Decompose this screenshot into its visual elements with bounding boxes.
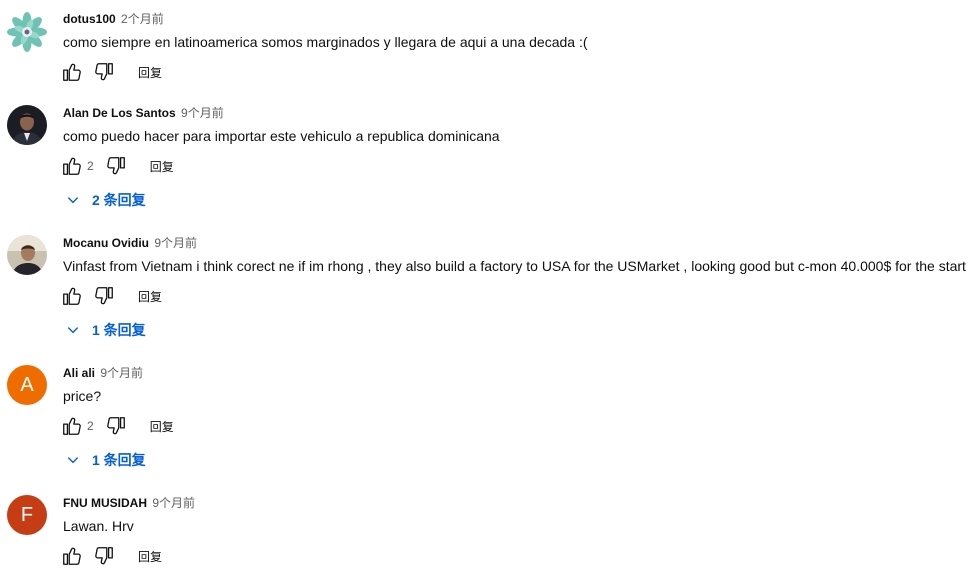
reply-button[interactable]: 回复 xyxy=(138,64,162,81)
dislike-button[interactable] xyxy=(92,284,116,308)
author-name[interactable]: dotus100 xyxy=(63,12,116,26)
timestamp[interactable]: 9个月前 xyxy=(181,106,224,120)
avatar[interactable]: F xyxy=(7,495,47,535)
like-count: 2 xyxy=(87,159,94,173)
timestamp[interactable]: 9个月前 xyxy=(152,496,195,510)
avatar-letter: F xyxy=(20,503,34,526)
thumbs-up-icon xyxy=(63,287,81,305)
author-line: FNU MUSIDAH 9个月前 xyxy=(63,495,195,511)
user-photo-icon xyxy=(7,105,47,145)
like-button[interactable] xyxy=(60,544,84,568)
thumbs-down-icon xyxy=(106,417,125,435)
thumbs-down-icon xyxy=(106,157,125,175)
avatar[interactable] xyxy=(7,12,47,52)
view-replies-button[interactable]: 1 条回复 xyxy=(66,448,146,472)
thumbs-up-icon xyxy=(63,63,81,81)
dislike-button[interactable] xyxy=(92,544,116,568)
author-name[interactable]: Mocanu Ovidiu xyxy=(63,236,149,250)
comment-text: Lawan. Hrv xyxy=(63,518,134,534)
action-bar: 2 回复 xyxy=(60,154,174,178)
reply-button[interactable]: 回复 xyxy=(138,548,162,565)
author-name[interactable]: FNU MUSIDAH xyxy=(63,496,147,510)
chevron-down-icon xyxy=(67,457,79,464)
like-button[interactable] xyxy=(60,60,84,84)
chevron-down-icon xyxy=(67,197,79,204)
like-button[interactable] xyxy=(60,284,84,308)
flower-avatar-icon xyxy=(7,12,47,52)
thumbs-up-icon xyxy=(63,547,81,565)
view-replies-button[interactable]: 2 条回复 xyxy=(66,188,146,212)
author-name[interactable]: Alan De Los Santos xyxy=(63,106,176,120)
timestamp[interactable]: 9个月前 xyxy=(100,366,143,380)
reply-button[interactable]: 回复 xyxy=(150,418,174,435)
like-count: 2 xyxy=(87,419,94,433)
avatar[interactable]: A xyxy=(7,365,47,405)
dislike-button[interactable] xyxy=(104,154,128,178)
avatar[interactable] xyxy=(7,105,47,145)
thumbs-down-icon xyxy=(95,63,113,81)
comment-text: price? xyxy=(63,388,102,404)
replies-count: 2 条回复 xyxy=(92,192,146,208)
author-line: dotus100 2个月前 xyxy=(63,11,164,27)
reply-button[interactable]: 回复 xyxy=(150,158,174,175)
timestamp[interactable]: 2个月前 xyxy=(121,12,164,26)
thumbs-down-icon xyxy=(95,287,113,305)
dislike-button[interactable] xyxy=(104,414,128,438)
dislike-button[interactable] xyxy=(92,60,116,84)
thumbs-down-icon xyxy=(95,547,113,565)
view-replies-button[interactable]: 1 条回复 xyxy=(66,318,146,342)
author-line: Mocanu Ovidiu 9个月前 xyxy=(63,235,197,251)
action-bar: 回复 xyxy=(60,544,162,568)
replies-count: 1 条回复 xyxy=(92,452,146,468)
comment-text: Vinfast from Vietnam i think corect ne i… xyxy=(63,258,966,274)
comment-text: como siempre en latinoamerica somos marg… xyxy=(63,34,588,50)
thumbs-up-icon xyxy=(63,417,81,435)
author-line: Alan De Los Santos 9个月前 xyxy=(63,105,224,121)
action-bar: 2 回复 xyxy=(60,414,174,438)
like-button[interactable] xyxy=(60,414,84,438)
like-button[interactable] xyxy=(60,154,84,178)
replies-count: 1 条回复 xyxy=(92,322,146,338)
timestamp[interactable]: 9个月前 xyxy=(154,236,197,250)
avatar-letter: A xyxy=(20,373,34,396)
author-line: Ali ali 9个月前 xyxy=(63,365,143,381)
comment-text: como puedo hacer para importar este vehi… xyxy=(63,128,500,144)
user-photo-icon xyxy=(7,235,47,275)
author-name[interactable]: Ali ali xyxy=(63,366,95,380)
thumbs-up-icon xyxy=(63,157,81,175)
reply-button[interactable]: 回复 xyxy=(138,288,162,305)
action-bar: 回复 xyxy=(60,284,162,308)
avatar[interactable] xyxy=(7,235,47,275)
chevron-down-icon xyxy=(67,327,79,334)
action-bar: 回复 xyxy=(60,60,162,84)
